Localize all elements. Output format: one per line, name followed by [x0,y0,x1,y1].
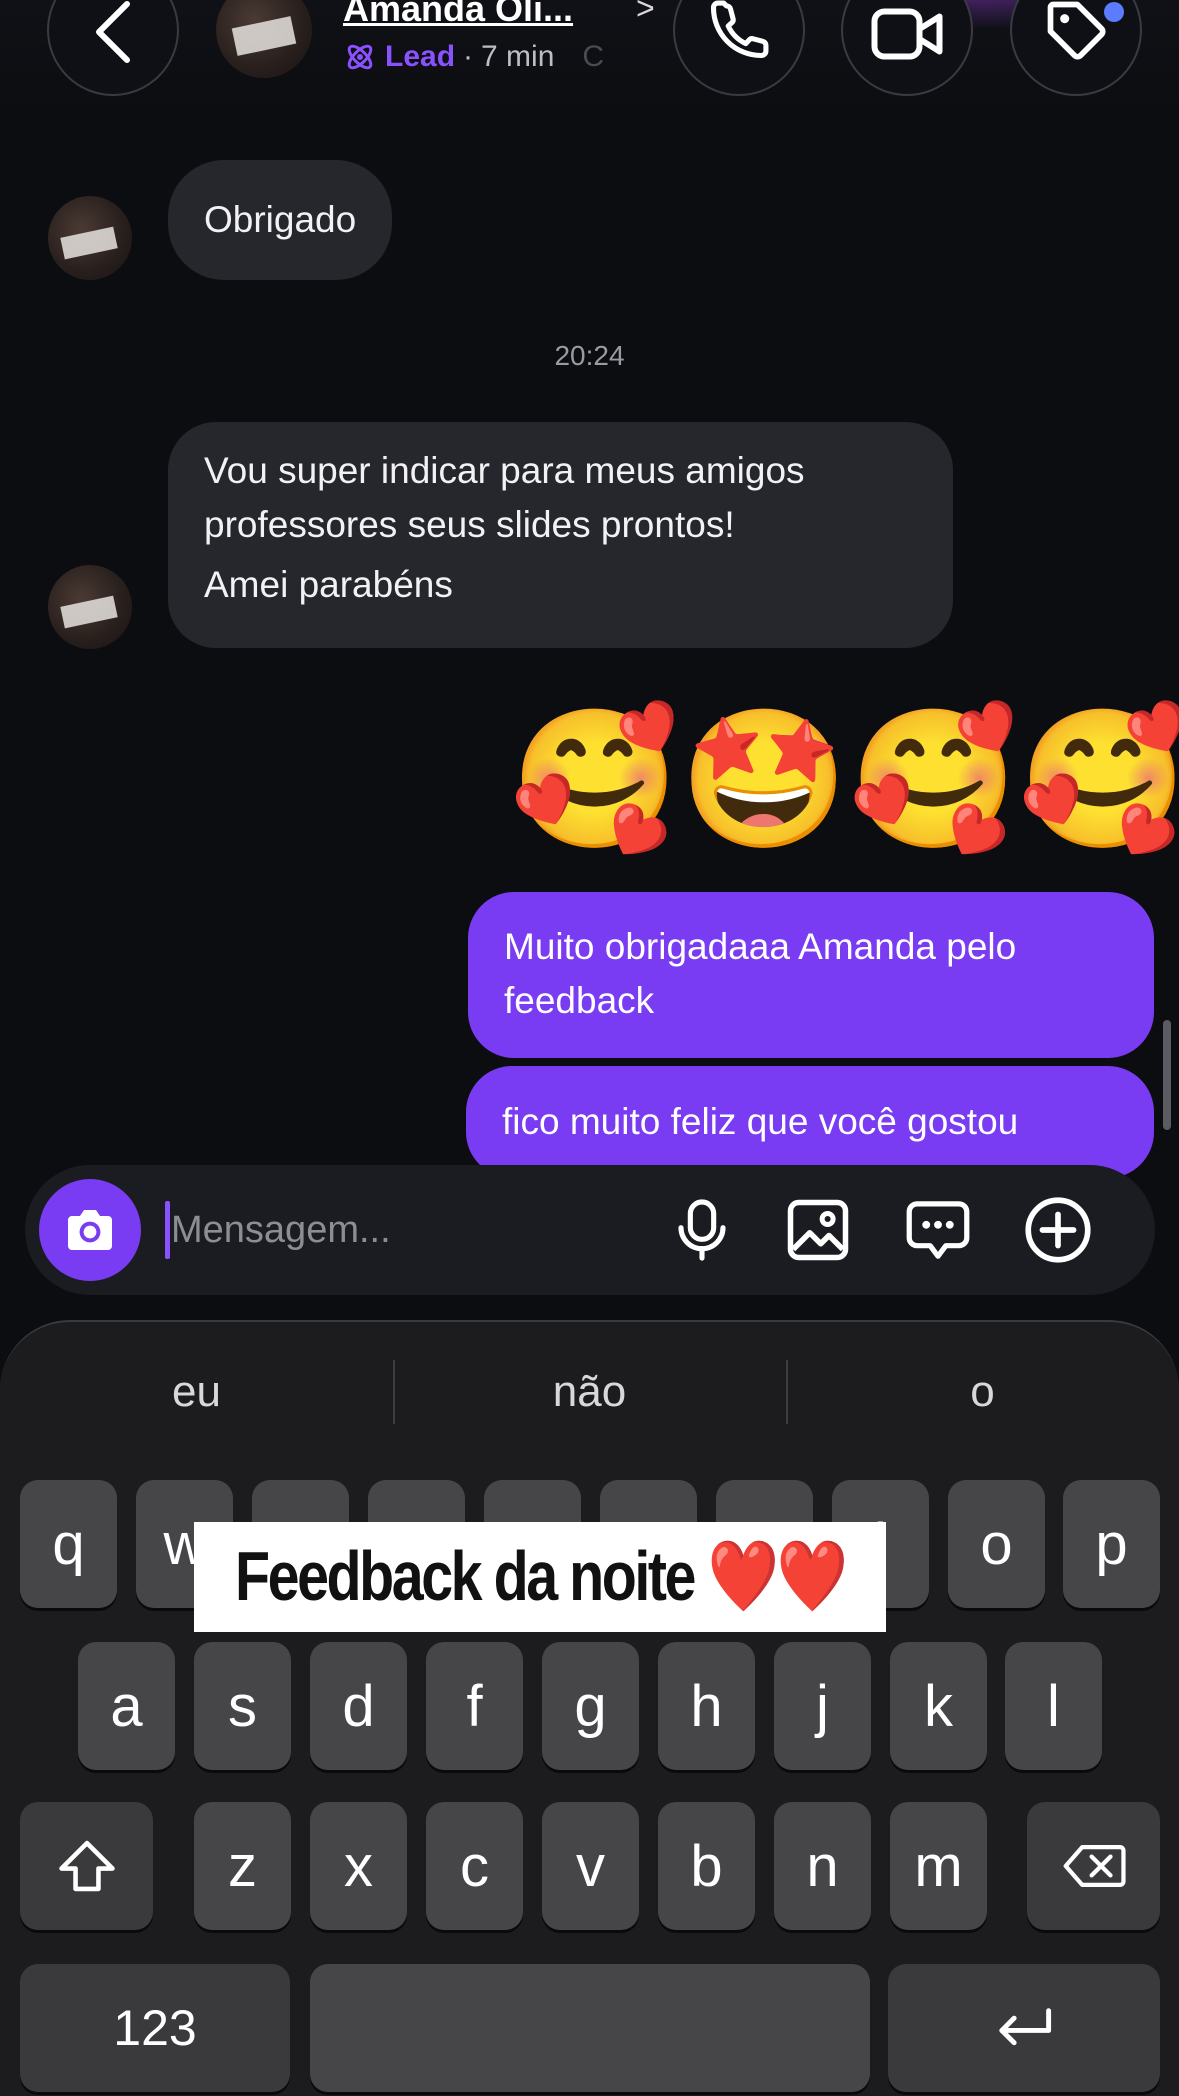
image-icon [787,1199,849,1261]
key-m[interactable]: m [890,1802,987,1930]
video-call-button[interactable] [841,0,973,96]
keyboard: eu não o q w e r t y u i o p a s d f g h… [0,1320,1179,2096]
chevron-left-icon [96,1,130,63]
last-active-time: 7 min [481,40,555,73]
contact-avatar[interactable] [216,0,312,78]
key-x[interactable]: x [310,1802,407,1930]
tag-button[interactable] [1010,0,1142,96]
incoming-message[interactable]: Vou super indicar para meus amigos profe… [168,422,953,648]
tag-icon [1047,1,1106,60]
key-g[interactable]: g [542,1642,639,1770]
profile-chevron-icon[interactable]: > [636,0,655,27]
backspace-key[interactable] [1027,1802,1160,1930]
space-key[interactable] [310,1964,870,2092]
key-s[interactable]: s [194,1642,291,1770]
key-q[interactable]: q [20,1480,117,1608]
voice-call-button[interactable] [673,0,805,96]
message-line: feedback [504,980,655,1021]
chat-header: Amanda Oli... > Lead · 7 min C [0,0,1179,112]
sender-avatar[interactable] [48,565,132,649]
gallery-button[interactable] [783,1195,853,1265]
notification-dot [1104,2,1124,22]
key-z[interactable]: z [194,1802,291,1930]
shift-key[interactable] [20,1802,153,1930]
key-v[interactable]: v [542,1802,639,1930]
caption-overlay: Feedback da noite ❤️❤️ [194,1522,886,1632]
key-a[interactable]: a [78,1642,175,1770]
smiling-face-with-hearts-emoji: 🥰 [848,701,1019,859]
message-line: Vou super indicar para meus amigos [204,450,805,491]
text-cursor [165,1201,170,1259]
key-l[interactable]: l [1005,1642,1102,1770]
faded-status-char: C [582,40,605,73]
lead-badge: Lead [385,40,456,73]
plus-circle-icon [1025,1197,1091,1263]
contact-name[interactable]: Amanda Oli... [343,0,573,30]
outgoing-message[interactable]: Muito obrigadaaa Amanda pelo feedback [468,892,1154,1058]
video-camera-icon [871,8,943,60]
outgoing-message[interactable]: fico muito feliz que você gostou [466,1066,1154,1178]
shift-icon [58,1840,115,1892]
more-options-button[interactable] [1023,1195,1093,1265]
backspace-icon [1063,1845,1126,1887]
emoji-message[interactable]: 🥰 🤩 🥰 🥰 [510,700,1179,860]
key-d[interactable]: d [310,1642,407,1770]
chat-bubble-icon [906,1201,970,1259]
microphone-icon [678,1199,726,1261]
return-key[interactable] [888,1964,1160,2092]
camera-button[interactable] [39,1179,141,1281]
sticker-button[interactable] [903,1195,973,1265]
back-button[interactable] [47,0,179,96]
numbers-key[interactable]: 123 [20,1964,290,2092]
scrollbar[interactable] [1163,1020,1171,1130]
message-composer [25,1165,1155,1295]
smiling-face-with-hearts-emoji: 🥰 [510,701,680,859]
key-b[interactable]: b [658,1802,755,1930]
message-line: professores seus slides prontos! [204,504,735,545]
star-struck-emoji: 🤩 [679,701,849,859]
key-h[interactable]: h [658,1642,755,1770]
key-p[interactable]: p [1063,1480,1160,1608]
suggestion-item[interactable]: eu [0,1352,393,1432]
microphone-button[interactable] [667,1195,737,1265]
suggestion-item[interactable]: não [393,1352,786,1432]
suggestion-item[interactable]: o [786,1352,1179,1432]
smiling-face-with-hearts-emoji: 🥰 [1018,701,1179,859]
key-o[interactable]: o [948,1480,1045,1608]
key-f[interactable]: f [426,1642,523,1770]
camera-icon [68,1210,112,1250]
status-separator: · [463,40,474,73]
phone-icon [710,0,769,59]
message-line: Amei parabéns [204,564,453,605]
incoming-message[interactable]: Obrigado [168,160,393,280]
key-k[interactable]: k [890,1642,987,1770]
suggestion-bar: eu não o [0,1352,1179,1432]
key-n[interactable]: n [774,1802,871,1930]
contact-status: Lead · 7 min C [343,40,604,74]
return-icon [999,2008,1052,2046]
key-j[interactable]: j [774,1642,871,1770]
message-timestamp: 20:24 [554,340,625,371]
message-input[interactable] [171,1195,651,1265]
key-c[interactable]: c [426,1802,523,1930]
caption-text: Feedback da noite ❤️❤️ [234,1537,848,1615]
sender-avatar[interactable] [48,196,132,280]
message-line: Muito obrigadaaa Amanda pelo [504,926,1017,967]
lead-icon [347,44,373,70]
